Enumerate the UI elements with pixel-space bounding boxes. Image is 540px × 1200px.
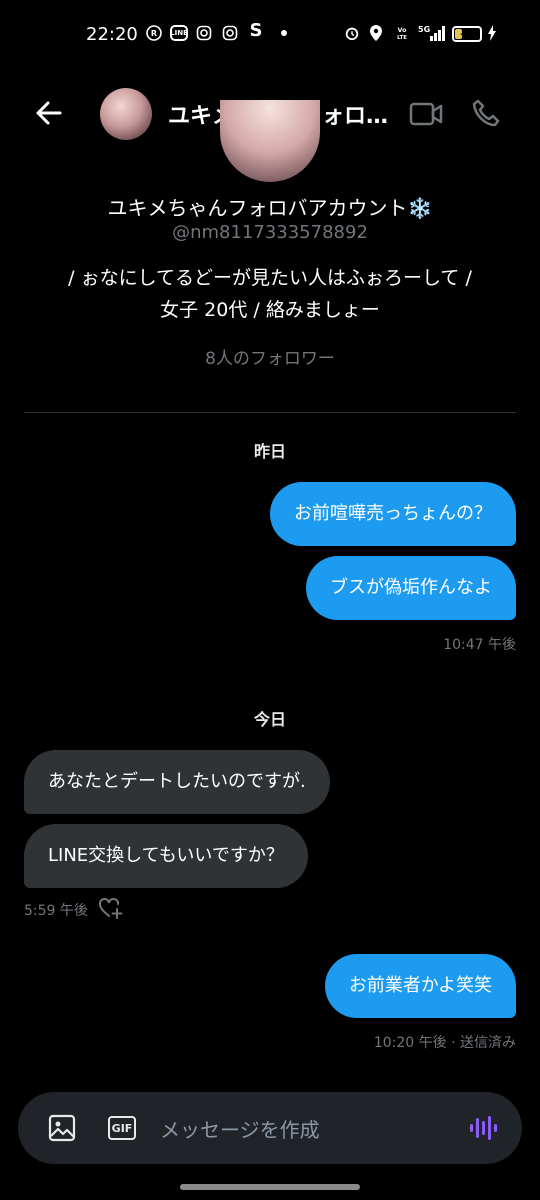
svg-text:Vo: Vo — [398, 27, 407, 34]
line-icon: LINE — [170, 25, 188, 41]
instagram-icon — [222, 25, 238, 41]
profile-name: ユキメちゃんフォロバアカウント❄️ — [107, 196, 433, 220]
location-icon — [368, 25, 384, 41]
message-bubble-outgoing[interactable]: お前業者かよ笑笑 — [324, 954, 516, 1018]
home-indicator[interactable] — [180, 1184, 360, 1190]
message-timestamp: 10:20 午後 · 送信済み — [373, 1035, 516, 1051]
svg-text:LTE: LTE — [397, 35, 407, 41]
date-separator: 今日 — [253, 710, 286, 729]
gif-icon: GIF — [108, 1116, 136, 1140]
charging-icon — [484, 25, 500, 41]
message-bubble-outgoing[interactable]: お前喧嘩売っちょんの？ — [270, 482, 516, 546]
profile-bio: / ぉなにしてるどーが見たい人はふぉろーして / 女子 20代 / 絡みましょー — [0, 262, 540, 326]
svg-text:R: R — [151, 29, 157, 38]
status-time: 22:20 — [86, 24, 138, 45]
message-input[interactable]: メッセージを作成 — [160, 1114, 320, 1143]
profile-handle: @nm8117333578892 — [172, 222, 368, 243]
instagram-icon — [196, 25, 212, 41]
rakuten-icon: R — [146, 25, 162, 41]
alarm-icon — [344, 25, 360, 41]
message-bubble-incoming[interactable]: あなたとデートしたいのですが. — [24, 750, 330, 814]
add-reaction-button[interactable] — [98, 896, 124, 920]
arrow-left-icon — [36, 101, 62, 125]
message-timestamp: 5:59 午後 — [24, 903, 88, 919]
network-label: 5G — [418, 25, 430, 34]
voice-message-button[interactable] — [466, 1112, 498, 1144]
image-icon — [48, 1114, 76, 1142]
divider — [24, 412, 516, 413]
heart-plus-icon — [99, 897, 123, 919]
status-bar: 22:20 R LINE S Vo LTE 5G 31 — [0, 0, 540, 72]
audio-wave-icon — [470, 1116, 497, 1140]
profile-bio-line: / ぉなにしてるどーが見たい人はふぉろーして / — [68, 267, 472, 289]
message-bubble-outgoing[interactable]: ブスが偽垢作んなよ — [306, 556, 516, 620]
s-icon: S — [249, 19, 263, 41]
signal-5g-icon: 5G — [418, 25, 446, 41]
date-separator: 昨日 — [253, 442, 286, 461]
volte-icon: Vo LTE — [394, 25, 410, 41]
message-timestamp: 10:47 午後 — [443, 637, 516, 653]
battery-level: 31 — [460, 27, 474, 38]
profile-bio-line: 女子 20代 / 絡みましょー — [160, 299, 380, 321]
battery-icon: 31 — [452, 26, 482, 42]
dot-icon — [276, 25, 292, 41]
gif-button[interactable]: GIF — [106, 1112, 138, 1144]
follower-count[interactable]: 8人のフォロワー — [0, 344, 540, 369]
back-button[interactable] — [30, 93, 70, 133]
image-button[interactable] — [46, 1112, 78, 1144]
message-bubble-incoming[interactable]: LINE交換してもいいですか？ — [24, 824, 308, 888]
video-camera-icon — [409, 102, 443, 126]
video-call-button[interactable] — [404, 92, 448, 136]
voice-call-button[interactable] — [464, 92, 508, 136]
profile-avatar[interactable] — [220, 100, 320, 182]
phone-icon — [472, 99, 500, 127]
header-avatar[interactable] — [100, 88, 152, 140]
